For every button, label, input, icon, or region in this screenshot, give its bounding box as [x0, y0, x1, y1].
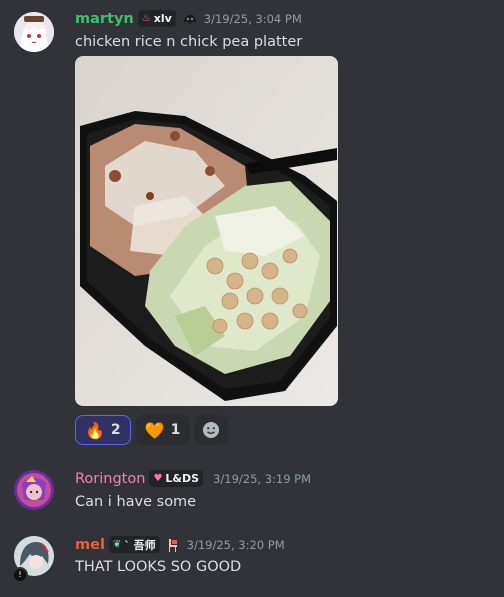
reaction-count: 1 [170, 422, 181, 438]
avatar[interactable] [14, 470, 54, 510]
avatar-anime-girl-icon [14, 12, 54, 52]
username[interactable]: mel [75, 537, 105, 553]
reactions-bar: 🔥 2 🧡 1 [75, 415, 229, 445]
smiley-add-icon [203, 422, 220, 438]
guild-tag-label: L&DS [165, 472, 200, 485]
message-header: Rorington ♥ L&DS 3/19/25, 3:19 PM [75, 470, 311, 487]
message-rorington: Rorington ♥ L&DS 3/19/25, 3:19 PM Can i … [0, 460, 504, 520]
guild-tag[interactable]: ❦ ` 吾师 [108, 536, 160, 553]
username[interactable]: martyn [75, 11, 134, 27]
orange-heart-emoji-icon: 🧡 [144, 420, 165, 440]
reaction-orange-heart[interactable]: 🧡 1 [134, 415, 191, 445]
chair-role-icon [165, 537, 181, 553]
timestamp: 3/19/25, 3:19 PM [213, 471, 312, 486]
guild-tag[interactable]: ♨ xlv [137, 10, 176, 27]
flame-tag-icon: ♨ [141, 13, 151, 24]
message-header: martyn ♨ xlv 3/19/25, 3:04 PM [75, 10, 302, 27]
heart-tag-icon: ♥ [153, 473, 163, 484]
message-text: THAT LOOKS SO GOOD [75, 559, 242, 575]
food-photo [75, 56, 338, 406]
username[interactable]: Rorington [75, 471, 145, 487]
add-reaction-button[interactable] [194, 415, 229, 445]
message-mel: ! mel ❦ ` 吾师 3/19/25, 3:20 PM THAT LOOKS… [0, 526, 504, 586]
status-badge: ! [12, 567, 28, 583]
avatar[interactable] [14, 12, 54, 52]
reaction-count: 2 [110, 422, 121, 438]
guild-tag-label: ` 吾师 [124, 538, 156, 552]
role-icon [182, 12, 198, 26]
image-attachment[interactable] [75, 56, 338, 406]
timestamp: 3/19/25, 3:04 PM [203, 11, 302, 26]
guild-tag-label: xlv [153, 12, 172, 25]
guild-tag[interactable]: ♥ L&DS [149, 470, 204, 487]
reaction-fire[interactable]: 🔥 2 [75, 415, 131, 445]
message-header: mel ❦ ` 吾师 3/19/25, 3:20 PM [75, 536, 285, 553]
message-text: Can i have some [75, 494, 197, 510]
timestamp: 3/19/25, 3:20 PM [186, 537, 285, 552]
message-martyn: martyn ♨ xlv 3/19/25, 3:04 PM chicken ri… [0, 0, 504, 450]
message-text: chicken rice n chick pea platter [75, 34, 303, 50]
fire-emoji-icon: 🔥 [85, 420, 105, 440]
leaf-tag-icon: ❦ [112, 539, 122, 550]
avatar-rorington-icon [14, 470, 54, 510]
